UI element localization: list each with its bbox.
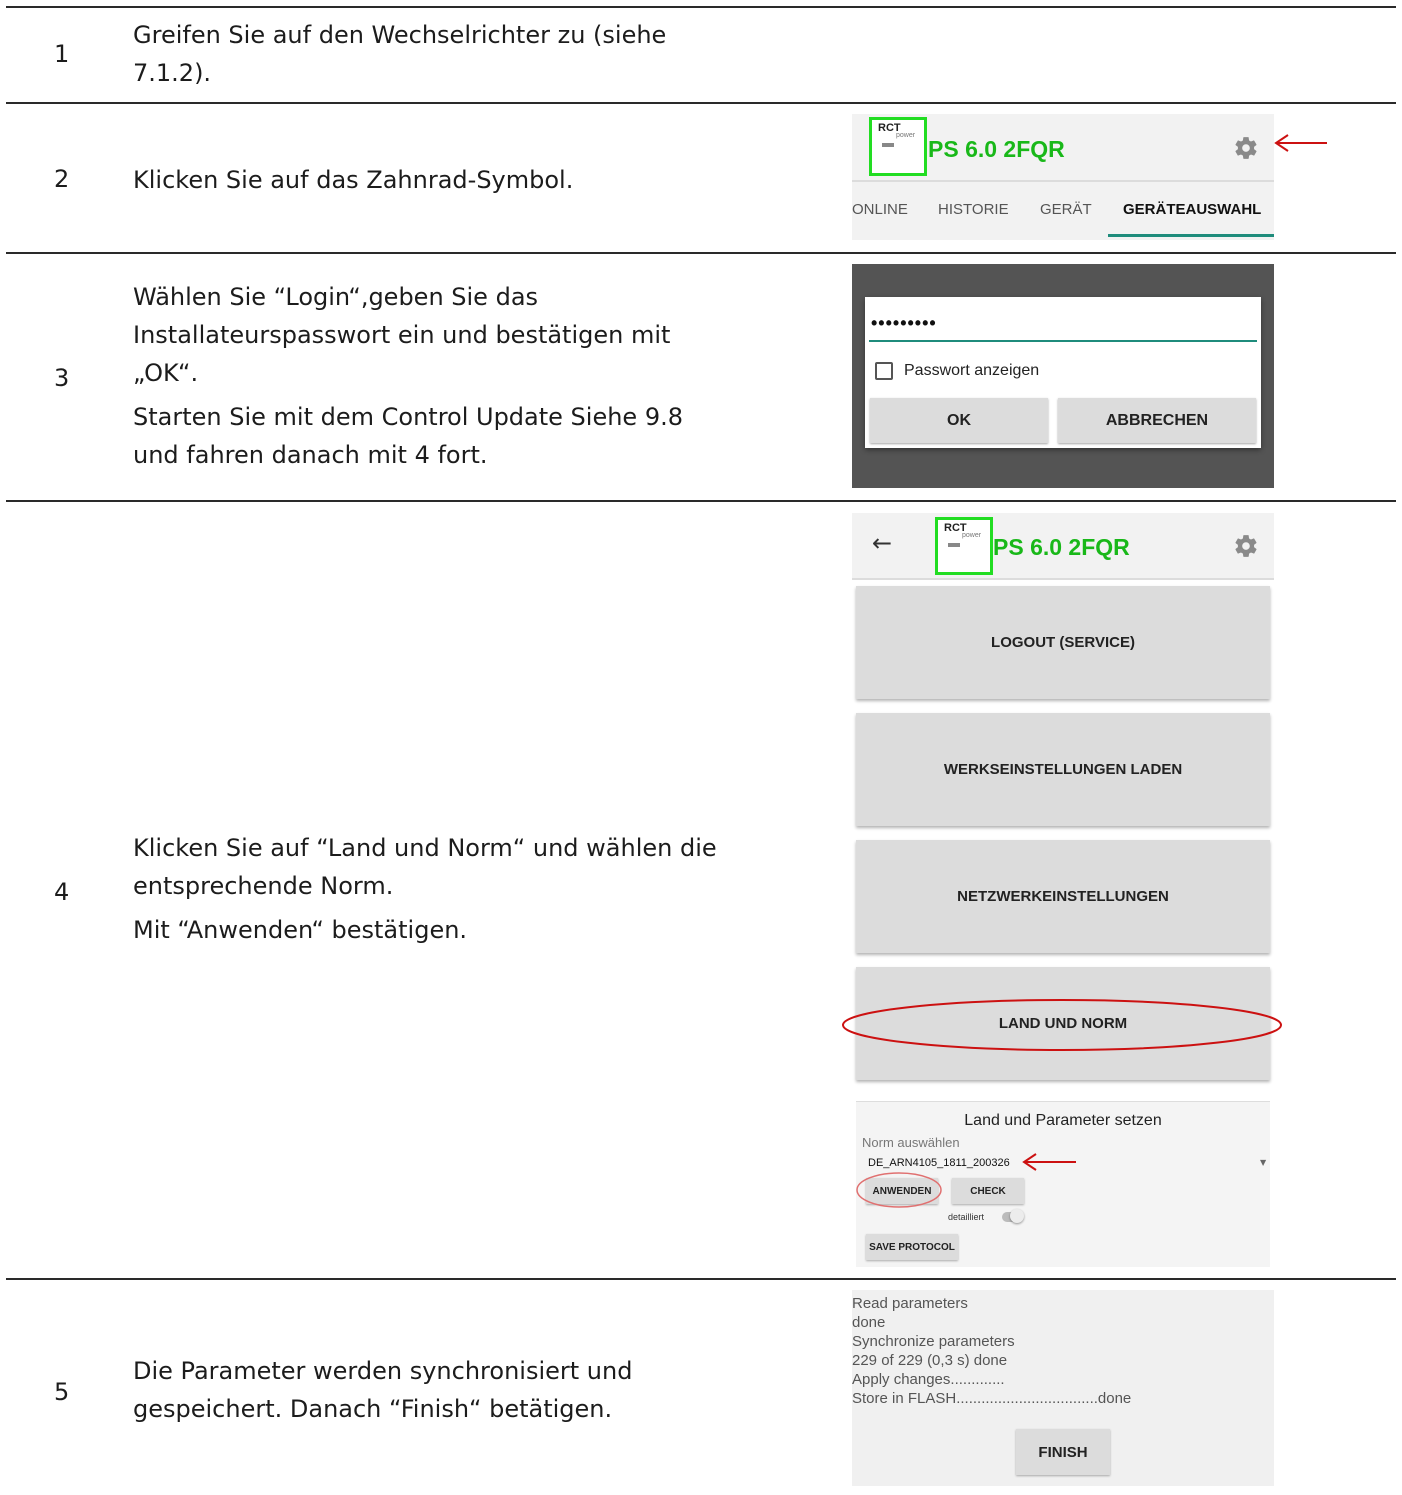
rct-logo: RCT power bbox=[935, 517, 993, 575]
show-password-checkbox[interactable] bbox=[875, 362, 893, 380]
step-line: und fahren danach mit 4 fort. bbox=[133, 441, 488, 469]
device-name: PS 6.0 2FQR bbox=[993, 534, 1130, 560]
step-line: Klicken Sie auf “Land und Norm“ und wähl… bbox=[133, 834, 717, 862]
login-dialog: ••••••••• Passwort anzeigen OK ABBRECHEN bbox=[865, 297, 1261, 448]
password-input[interactable]: ••••••••• bbox=[871, 313, 937, 334]
factory-settings-button[interactable]: WERKSEINSTELLUNGEN LADEN bbox=[856, 713, 1270, 826]
header-separator bbox=[852, 578, 1274, 580]
row-divider bbox=[6, 1278, 1396, 1280]
step-number: 1 bbox=[54, 40, 70, 68]
step-line: „OK“. bbox=[133, 359, 199, 387]
step-line: Starten Sie mit dem Control Update Siehe… bbox=[133, 403, 683, 431]
row-divider bbox=[6, 500, 1396, 502]
step-line: entsprechende Norm. bbox=[133, 872, 394, 900]
step-line: Greifen Sie auf den Wechselrichter zu (s… bbox=[133, 21, 667, 49]
log-line: Read parameters bbox=[852, 1295, 968, 1312]
network-settings-button[interactable]: NETZWERKEINSTELLUNGEN bbox=[856, 840, 1270, 953]
log-line: Store in FLASH..........................… bbox=[852, 1390, 1132, 1407]
log-line: done bbox=[852, 1314, 886, 1331]
step-text: Klicken Sie auf das Zahnrad-Symbol. bbox=[133, 161, 573, 199]
tab-geraeteauswahl[interactable]: GERÄTEAUSWAHL bbox=[1123, 201, 1261, 218]
settings-screenshot: ← RCT power PS 6.0 2FQR LOGOUT (SERVICE)… bbox=[852, 513, 1274, 1267]
detailed-label: detailliert bbox=[948, 1212, 985, 1222]
apply-button[interactable]: ANWENDEN bbox=[866, 1178, 938, 1204]
tab-historie[interactable]: HISTORIE bbox=[938, 201, 1009, 218]
gear-icon[interactable] bbox=[1233, 533, 1259, 559]
step-number: 4 bbox=[54, 878, 70, 906]
back-arrow-icon[interactable]: ← bbox=[872, 529, 892, 557]
finish-button[interactable]: FINISH bbox=[1016, 1429, 1110, 1475]
tab-online[interactable]: ONLINE bbox=[852, 201, 908, 218]
toggle-knob[interactable] bbox=[1010, 1209, 1024, 1223]
step-line: gespeichert. Danach “Finish“ betätigen. bbox=[133, 1395, 613, 1423]
show-password-label: Passwort anzeigen bbox=[904, 362, 1040, 379]
step-line: Installateurspasswort ein und bestätigen… bbox=[133, 321, 671, 349]
step-line: 7.1.2). bbox=[133, 59, 212, 87]
ok-button[interactable]: OK bbox=[870, 398, 1048, 443]
app-header-screenshot: RCT power PS 6.0 2FQR ONLINE HISTORIE GE… bbox=[852, 114, 1274, 240]
gear-pointer-arrow bbox=[1274, 134, 1327, 152]
country-norm-button[interactable]: LAND UND NORM bbox=[856, 967, 1270, 1080]
table-top-rule bbox=[6, 6, 1396, 8]
logo-subtext: power bbox=[962, 532, 982, 539]
norm-select[interactable]: DE_ARN4105_1811_200326 bbox=[868, 1157, 1010, 1169]
norm-panel-title: Land und Parameter setzen bbox=[964, 1112, 1162, 1129]
header-separator bbox=[852, 180, 1274, 182]
norm-select-label: Norm auswählen bbox=[862, 1135, 960, 1150]
device-name: PS 6.0 2FQR bbox=[928, 136, 1065, 162]
active-tab-indicator bbox=[1108, 234, 1274, 237]
check-button[interactable]: CHECK bbox=[952, 1178, 1024, 1204]
rct-logo: RCT power bbox=[869, 117, 927, 176]
logo-bar bbox=[882, 143, 894, 147]
logo-subtext: power bbox=[896, 132, 916, 139]
cancel-button[interactable]: ABBRECHEN bbox=[1058, 398, 1256, 443]
step-line: Wählen Sie “Login“,geben Sie das bbox=[133, 283, 539, 311]
step-number: 3 bbox=[54, 364, 70, 392]
step-text: Die Parameter werden synchronisiert und … bbox=[133, 1352, 632, 1428]
app-header: ← RCT power PS 6.0 2FQR bbox=[852, 513, 1274, 579]
sync-log-screenshot: Read parameters done Synchronize paramet… bbox=[852, 1290, 1274, 1486]
step-line: Klicken Sie auf das Zahnrad-Symbol. bbox=[133, 166, 574, 194]
row-divider bbox=[6, 102, 1396, 104]
norm-panel: Land und Parameter setzen Norm auswählen… bbox=[856, 1101, 1270, 1267]
step-line: Mit “Anwenden“ bestätigen. bbox=[133, 916, 468, 944]
log-line: Apply changes............. bbox=[852, 1371, 1005, 1388]
step-number: 5 bbox=[54, 1378, 70, 1406]
row-divider bbox=[6, 252, 1396, 254]
logo-bar bbox=[948, 543, 960, 547]
step-text: Klicken Sie auf “Land und Norm“ und wähl… bbox=[133, 829, 717, 949]
logout-service-button[interactable]: LOGOUT (SERVICE) bbox=[856, 586, 1270, 699]
gear-icon[interactable] bbox=[1233, 135, 1259, 161]
step-number: 2 bbox=[54, 165, 70, 193]
save-protocol-button[interactable]: SAVE PROTOCOL bbox=[866, 1234, 958, 1260]
log-line: 229 of 229 (0,3 s) done bbox=[852, 1352, 1008, 1369]
input-underline bbox=[869, 340, 1257, 342]
log-line: Synchronize parameters bbox=[852, 1333, 1015, 1350]
step-line: Die Parameter werden synchronisiert und bbox=[133, 1357, 633, 1385]
step-text: Greifen Sie auf den Wechselrichter zu (s… bbox=[133, 16, 666, 92]
tab-geraet[interactable]: GERÄT bbox=[1040, 201, 1092, 218]
step-text: Wählen Sie “Login“,geben Sie das Install… bbox=[133, 278, 683, 474]
dropdown-caret-icon[interactable]: ▼ bbox=[1260, 1158, 1266, 1167]
